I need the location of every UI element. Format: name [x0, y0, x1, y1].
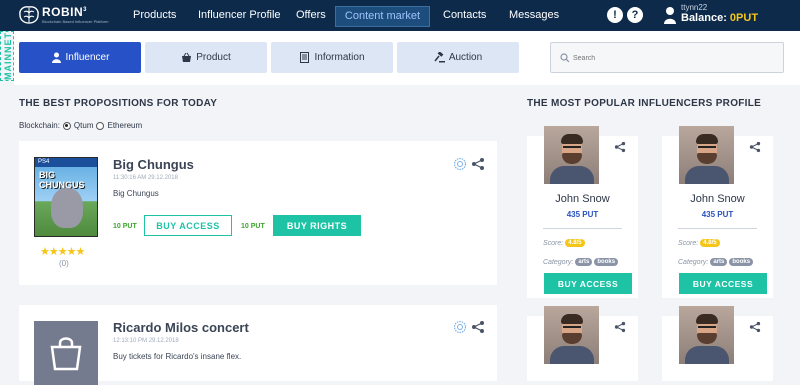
help-icon[interactable]: ?	[627, 7, 643, 23]
influencer-price: 435 PUT	[566, 210, 599, 219]
brain-logo-icon	[19, 6, 39, 24]
influencer-card	[662, 306, 773, 381]
proposition-card: Ricardo Milos concert 12:13:10 PM 29.12.…	[19, 305, 497, 385]
influencer-card	[527, 306, 638, 381]
share-icon[interactable]	[614, 141, 626, 153]
search-icon	[560, 53, 570, 63]
rights-price: 10 PUT	[241, 223, 265, 230]
alert-icon[interactable]: !	[607, 7, 623, 23]
influencer-card: John Snow 435 PUT Score: 4.8/5 Category:…	[527, 126, 638, 298]
product-image[interactable]: PS4 BIG CHUNGUS	[34, 157, 98, 237]
document-icon	[300, 52, 310, 63]
brand-name: ROBIN3	[42, 5, 88, 19]
product-date: 12:13:10 PM 29.12.2018	[113, 338, 179, 344]
category-row: Category: arts books	[678, 258, 754, 266]
share-icon[interactable]	[749, 141, 761, 153]
share-icon[interactable]	[471, 320, 485, 334]
buy-access-button[interactable]: BUY ACCESS	[144, 215, 232, 236]
propositions-heading: THE BEST PROPOSITIONS FOR TODAY	[19, 98, 218, 109]
network-ribbon: MAINNET	[0, 31, 14, 81]
radio-ethereum-label: Ethereum	[107, 121, 143, 130]
score-badge: 4.8/5	[700, 239, 720, 247]
nav-offers[interactable]: Offers	[296, 0, 326, 31]
blockchain-selector: Blockchain: Qtum Ethereum	[19, 121, 142, 130]
buy-access-button[interactable]: BUY ACCESS	[679, 273, 767, 294]
product-date: 11:30:16 AM 29.12.2018	[113, 175, 178, 181]
influencers-heading: THE MOST POPULAR INFLUENCERS PROFILE	[527, 98, 762, 109]
tab-label: Information	[314, 52, 365, 63]
tab-label: Product	[196, 52, 231, 63]
poster-title: BIG CHUNGUS	[39, 170, 85, 190]
divider	[543, 228, 622, 229]
avatar[interactable]	[679, 306, 734, 364]
buy-access-button[interactable]: BUY ACCESS	[544, 273, 632, 294]
tab-product[interactable]: Product	[145, 42, 267, 73]
username: ttynn22	[681, 3, 708, 12]
basket-icon	[182, 52, 192, 62]
product-image[interactable]	[34, 321, 98, 385]
tab-label: Influencer	[65, 52, 110, 63]
influencer-card: John Snow 435 PUT Score: 4.8/5 Category:…	[662, 126, 773, 298]
blockchain-label: Blockchain:	[19, 121, 60, 130]
user-icon[interactable]	[664, 6, 676, 24]
brand-tagline: Blockchain Based Influencer Platform	[42, 19, 109, 24]
product-description: Buy tickets for Ricardo's insane flex.	[113, 352, 242, 361]
nav-contacts[interactable]: Contacts	[443, 0, 486, 31]
score-row: Score: 4.8/5	[543, 239, 585, 247]
avatar[interactable]	[544, 126, 599, 184]
search-box[interactable]	[550, 42, 784, 73]
product-description: Big Chungus	[113, 189, 159, 198]
score-row: Score: 4.8/5	[678, 239, 720, 247]
radio-qtum[interactable]	[62, 121, 71, 130]
category-row: Category: arts books	[543, 258, 619, 266]
robin-logo[interactable]: ROBIN3 Blockchain Based Influencer Platf…	[18, 4, 108, 28]
network-label: MAINNET	[3, 32, 13, 80]
shopping-bag-icon	[50, 337, 82, 371]
influencer-name[interactable]: John Snow	[662, 193, 773, 205]
category-tag[interactable]: arts	[575, 258, 593, 266]
category-tag[interactable]: arts	[710, 258, 728, 266]
bunny-figure	[51, 188, 83, 228]
rating-stars: ★★★★★	[40, 246, 85, 258]
category-tabbar: Influencer Product Information Auction	[14, 31, 800, 85]
nav-products[interactable]: Products	[133, 0, 176, 31]
tab-auction[interactable]: Auction	[397, 42, 519, 73]
balance: Balance: 0PUT	[681, 12, 759, 24]
nav-influencer-profile[interactable]: Influencer Profile	[198, 0, 281, 31]
share-icon[interactable]	[471, 157, 485, 171]
avatar[interactable]	[544, 306, 599, 364]
top-navbar: ROBIN3 Blockchain Based Influencer Platf…	[0, 0, 800, 31]
proposition-card: PS4 BIG CHUNGUS ★★★★★ (0) Big Chungus 11…	[19, 141, 497, 285]
buy-rights-button[interactable]: BUY RIGHTS	[273, 215, 361, 236]
rating-count: (0)	[59, 259, 69, 268]
network-globe-icon	[453, 157, 467, 171]
product-title[interactable]: Ricardo Milos concert	[113, 320, 249, 335]
nav-content-market[interactable]: Content market	[335, 6, 430, 27]
tab-label: Auction	[448, 52, 483, 63]
access-price: 10 PUT	[113, 223, 137, 230]
poster-brand: PS4	[35, 158, 97, 167]
score-badge: 4.8/5	[565, 239, 585, 247]
share-icon[interactable]	[749, 321, 761, 333]
balance-value: 0PUT	[729, 12, 759, 24]
radio-ethereum[interactable]	[96, 121, 105, 130]
search-input[interactable]	[573, 50, 773, 66]
tab-influencer[interactable]: Influencer	[19, 42, 141, 73]
product-title[interactable]: Big Chungus	[113, 157, 194, 172]
radio-qtum-label: Qtum	[73, 121, 94, 130]
divider	[678, 228, 757, 229]
influencer-price: 435 PUT	[701, 210, 734, 219]
influencer-name[interactable]: John Snow	[527, 193, 638, 205]
category-tag[interactable]: books	[729, 258, 754, 266]
nav-messages[interactable]: Messages	[509, 0, 559, 31]
network-globe-icon	[453, 320, 467, 334]
gavel-icon	[434, 52, 445, 63]
tab-information[interactable]: Information	[271, 42, 393, 73]
avatar[interactable]	[679, 126, 734, 184]
category-tag[interactable]: books	[594, 258, 619, 266]
user-icon	[51, 52, 61, 63]
share-icon[interactable]	[614, 321, 626, 333]
